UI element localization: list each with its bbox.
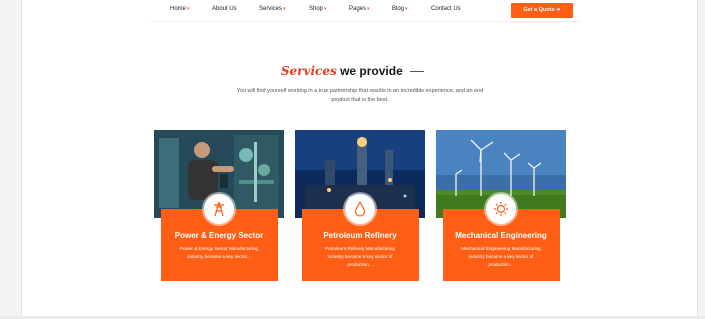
service-card-description: Power & Energy Sector Manufacturing indu…: [179, 246, 259, 259]
service-card-title: Power & Energy Sector: [174, 231, 264, 240]
heading-underline-decoration: [410, 71, 425, 73]
chevron-down-icon: ▾: [367, 6, 370, 12]
browser-frame-left: [0, 0, 22, 319]
service-card-description: Petroleum Refinery Manufacturing industr…: [325, 246, 395, 267]
gear-icon: [486, 194, 516, 224]
nav-item-pages[interactable]: Pages▾: [349, 6, 370, 12]
chevron-down-icon: ▾: [405, 6, 408, 12]
heading-rest: we provide: [340, 64, 403, 78]
nav-item-home[interactable]: Home▾: [170, 6, 190, 12]
main-navigation: Home▾ About Us Services▾ Shop▾ Pages▾ Bl…: [150, 0, 580, 22]
browser-frame-right: [697, 0, 705, 319]
section-subtitle: You will find yourself working in a true…: [236, 88, 484, 103]
chevron-down-icon: ▾: [324, 6, 327, 12]
service-card-title: Mechanical Engineering: [455, 231, 547, 240]
chevron-down-icon: ▾: [187, 6, 190, 12]
section-heading: Services we provide: [0, 64, 705, 78]
nav-item-services[interactable]: Services▾: [259, 6, 286, 12]
nav-item-contact-us[interactable]: Contact Us: [431, 6, 461, 12]
service-card-title: Petroleum Refinery: [323, 231, 397, 240]
heading-accent-word: Services: [280, 64, 337, 78]
get-a-quote-button[interactable]: Get a Quote ➜: [511, 3, 573, 18]
nav-item-shop[interactable]: Shop▾: [309, 6, 327, 12]
power-tower-icon: [204, 194, 234, 224]
oil-drop-icon: [345, 194, 375, 224]
nav-item-blog[interactable]: Blog▾: [392, 6, 408, 12]
service-card-power-energy[interactable]: Power & Energy Sector Power & Energy Sec…: [154, 130, 284, 281]
service-card-mechanical-engineering[interactable]: Mechanical Engineering Mechanical Engine…: [436, 130, 566, 281]
service-card-petroleum-refinery[interactable]: Petroleum Refinery Petroleum Refinery Ma…: [295, 130, 425, 281]
chevron-down-icon: ▾: [283, 6, 286, 12]
service-card-description: Mechanical Engineering Manufacturing ind…: [461, 246, 541, 267]
nav-item-about-us[interactable]: About Us: [212, 6, 237, 12]
